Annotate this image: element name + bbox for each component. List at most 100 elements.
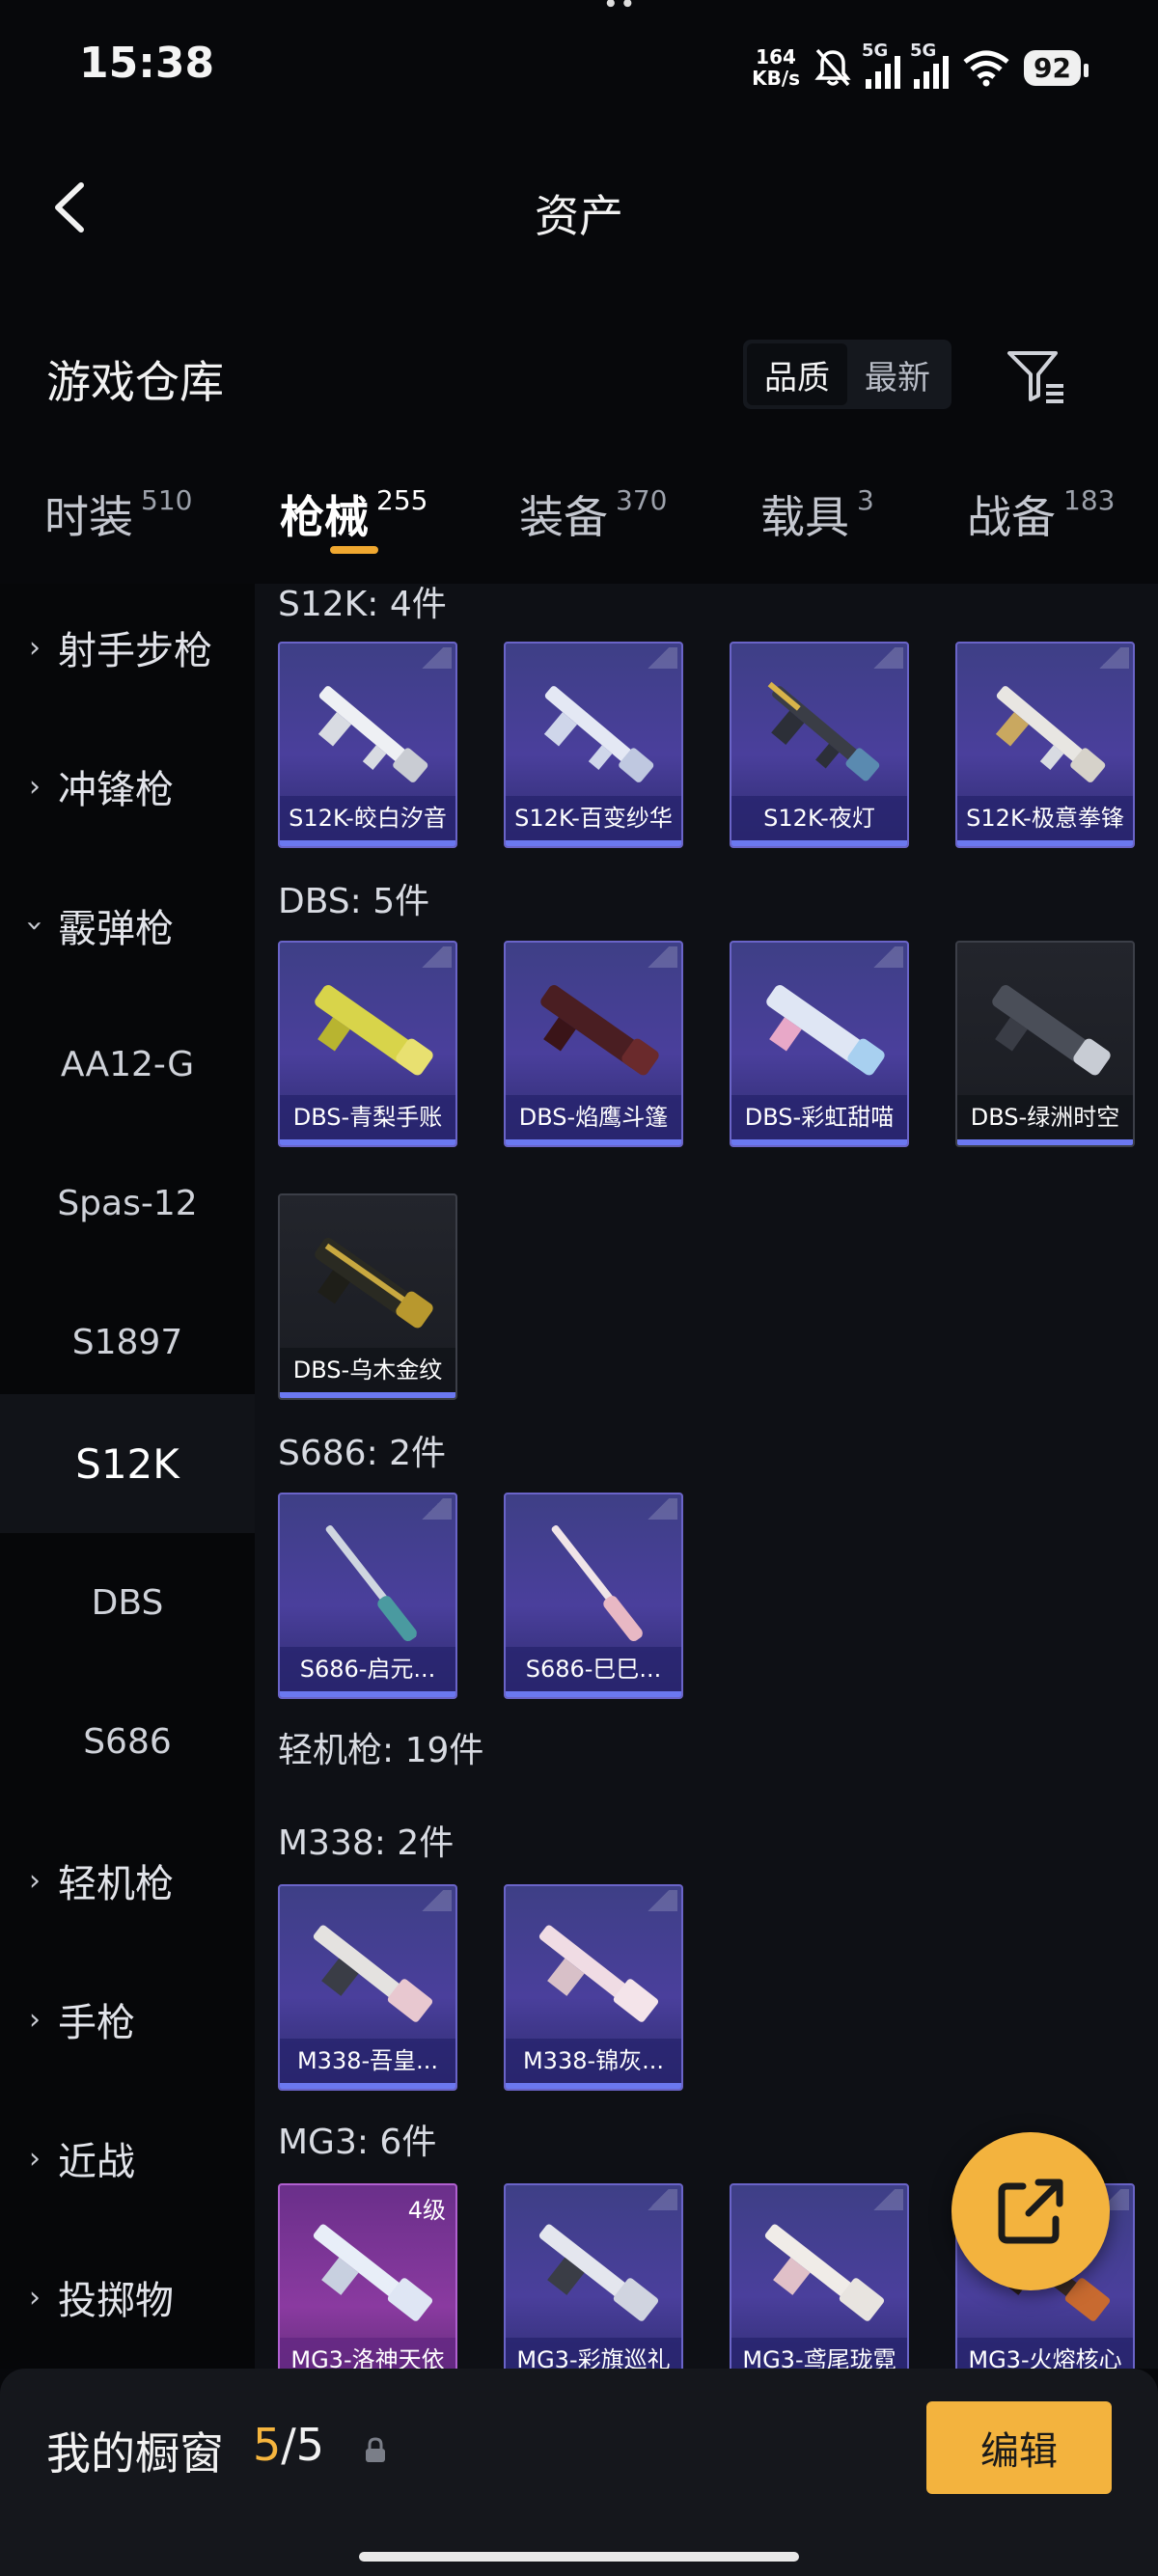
- sidebar-item-lmg[interactable]: › 轻机枪: [0, 1811, 255, 1950]
- weapon-card[interactable]: DBS-彩虹甜喵: [730, 941, 909, 1147]
- weapon-card[interactable]: S12K-皎白汐音: [278, 642, 457, 848]
- weapon-card[interactable]: MG3-鸢尾珑霓: [730, 2183, 909, 2369]
- net-speed-value: 164: [756, 45, 796, 69]
- sidebar-item-label: 近战: [58, 2140, 135, 2184]
- lmg-icon: [313, 2224, 433, 2321]
- chevron-down-icon: ›: [17, 919, 52, 931]
- tab-label: 时装: [44, 491, 133, 543]
- status-time: 15:38: [79, 39, 215, 88]
- tab-vehicles[interactable]: 载具 3: [760, 482, 874, 546]
- shotgun-icon: [540, 985, 659, 1076]
- tab-count: 183: [1063, 484, 1116, 516]
- edit-button[interactable]: 编辑: [926, 2401, 1112, 2494]
- shotgun-icon: [995, 686, 1106, 782]
- tab-fashion[interactable]: 时装 510: [44, 482, 192, 546]
- weapon-name: DBS-焰鹰斗篷: [506, 1095, 681, 1139]
- sidebar-item-smg[interactable]: › 冲锋枪: [0, 717, 255, 856]
- weapon-card[interactable]: DBS-绿洲时空: [955, 941, 1135, 1147]
- sidebar-item-label: 投掷物: [58, 2279, 174, 2323]
- weapon-card[interactable]: DBS-焰鹰斗篷: [504, 941, 683, 1147]
- chevron-right-icon: ›: [29, 1863, 41, 1898]
- app-header: 资产: [0, 145, 1158, 270]
- weapon-name: S12K-极意拳锋: [957, 796, 1133, 840]
- sidebar-item-label: 射手步枪: [58, 629, 212, 673]
- warehouse-title: 游戏仓库: [46, 356, 224, 408]
- weapon-name: DBS-乌木金纹: [280, 1348, 455, 1392]
- tab-equipment[interactable]: 装备 370: [519, 482, 667, 546]
- sidebar-sub-aa12g[interactable]: AA12-G: [0, 995, 255, 1134]
- share-external-icon: [998, 2179, 1063, 2244]
- sidebar-sub-s1897[interactable]: S1897: [0, 1273, 255, 1411]
- weapon-name: S686-启元...: [280, 1647, 455, 1691]
- signal-label: 5G: [910, 41, 937, 61]
- showcase-count-total: 5: [295, 2419, 325, 2471]
- shotgun-icon: [551, 1524, 643, 1642]
- share-button[interactable]: [951, 2132, 1110, 2290]
- weapon-card[interactable]: 4级 MG3-洛神天依: [278, 2183, 457, 2369]
- sidebar-item-throwable[interactable]: › 投掷物: [0, 2228, 255, 2367]
- warehouse-row: 游戏仓库 品质 最新: [0, 328, 1158, 425]
- weapon-card[interactable]: M338-吾皇...: [278, 1884, 457, 2091]
- weapon-name: S12K-皎白汐音: [280, 796, 455, 840]
- showcase-label: 我的橱窗: [46, 2427, 224, 2480]
- category-tabs: 时装 510 枪械 255 装备 370 载具 3 战备 183: [0, 463, 1158, 569]
- sidebar-sub-spas12[interactable]: Spas-12: [0, 1134, 255, 1273]
- weapon-card[interactable]: MG3-彩旗巡礼: [504, 2183, 683, 2369]
- sidebar-item-marksman[interactable]: › 射手步枪: [0, 584, 255, 717]
- sidebar-sub-s686[interactable]: S686: [0, 1672, 255, 1811]
- home-indicator[interactable]: [359, 2552, 799, 2562]
- tab-label: 载具: [760, 491, 849, 543]
- weapon-card[interactable]: S686-巳巳...: [504, 1493, 683, 1699]
- weapon-name: S12K-夜灯: [731, 796, 907, 840]
- tab-count: 3: [857, 484, 874, 516]
- chevron-right-icon: ›: [29, 2002, 41, 2037]
- active-tab-indicator: [330, 546, 378, 554]
- shotgun-icon: [992, 985, 1111, 1076]
- showcase-count-current: 5: [253, 2419, 282, 2471]
- weapon-name: MG3-鸢尾珑霓: [731, 2338, 907, 2369]
- lmg-icon: [538, 2224, 659, 2321]
- tab-tactical[interactable]: 战备 183: [967, 482, 1115, 546]
- chevron-right-icon: ›: [29, 2141, 41, 2176]
- tab-firearms[interactable]: 枪械 255: [280, 482, 427, 546]
- tab-label: 战备: [967, 491, 1056, 543]
- weapon-category-sidebar: › 射手步枪 › 冲锋枪 › 霰弹枪 AA12-G Spas-12 S1897 …: [0, 584, 255, 2369]
- sort-quality-button[interactable]: 品质: [747, 343, 847, 405]
- chevron-right-icon: ›: [29, 630, 41, 665]
- weapon-name: S12K-百变纱华: [506, 796, 681, 840]
- filter-icon[interactable]: [1004, 343, 1067, 407]
- weapon-card[interactable]: S12K-极意拳锋: [955, 642, 1135, 848]
- sidebar-item-melee[interactable]: › 近战: [0, 2089, 255, 2228]
- sidebar-item-shotgun[interactable]: › 霰弹枪: [0, 856, 255, 995]
- showcase-bar: 我的橱窗 5/5 编辑: [0, 2369, 1158, 2576]
- lmg-icon: [313, 1925, 433, 2022]
- sidebar-item-label: 霰弹枪: [58, 907, 174, 951]
- shotgun-icon: [543, 686, 654, 782]
- sort-newest-button[interactable]: 最新: [847, 343, 948, 405]
- tab-label: 装备: [519, 491, 608, 543]
- weapon-card[interactable]: DBS-乌木金纹: [278, 1193, 457, 1400]
- weapon-card[interactable]: S686-启元...: [278, 1493, 457, 1699]
- section-header-s686: S686: 2件: [278, 1434, 447, 1473]
- signal-label: 5G: [862, 41, 889, 61]
- weapon-name: DBS-青梨手账: [280, 1095, 455, 1139]
- page-title: 资产: [535, 190, 623, 242]
- signal-icon: 5G: [910, 41, 950, 89]
- sidebar-sub-dbs[interactable]: DBS: [0, 1533, 255, 1672]
- section-header-lmg: 轻机枪: 19件: [278, 1731, 484, 1770]
- weapon-grid: S12K: 4件 S12K-皎白汐音 S12K-百变纱华 S12K-夜灯 S12…: [255, 584, 1158, 2369]
- section-header-m338: M338: 2件: [278, 1823, 455, 1863]
- status-bar: ∙∙ 15:38 164 KB/s 5G 5G 92: [0, 0, 1158, 125]
- sidebar-item-pistol[interactable]: › 手枪: [0, 1950, 255, 2089]
- sidebar-item-label: 冲锋枪: [58, 768, 174, 812]
- tab-count: 370: [616, 484, 668, 516]
- sidebar-sub-s12k[interactable]: S12K: [0, 1394, 255, 1533]
- section-header-mg3: MG3: 6件: [278, 2123, 437, 2162]
- tab-count: 255: [376, 484, 428, 516]
- weapon-card[interactable]: DBS-青梨手账: [278, 941, 457, 1147]
- weapon-card[interactable]: M338-锦灰...: [504, 1884, 683, 2091]
- tab-count: 510: [141, 484, 193, 516]
- weapon-name: MG3-彩旗巡礼: [506, 2338, 681, 2369]
- weapon-card[interactable]: S12K-百变纱华: [504, 642, 683, 848]
- weapon-card[interactable]: S12K-夜灯: [730, 642, 909, 848]
